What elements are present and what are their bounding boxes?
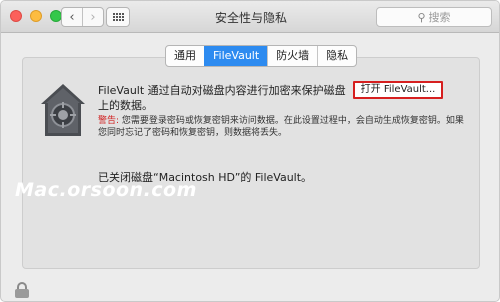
filevault-description: FileVault 通过自动对磁盘内容进行加密来保护磁盘上的数据。 (98, 84, 346, 112)
show-all-button[interactable] (106, 7, 130, 27)
search-placeholder: 搜索 (428, 11, 451, 24)
turn-on-filevault-button[interactable]: 打开 FileVault... (353, 81, 443, 99)
back-button[interactable]: ‹ (62, 8, 82, 26)
preferences-window: ‹ › 安全性与隐私 ⚲ 搜索 通用 FileVault 防火墙 隐私 File… (0, 0, 500, 302)
search-icon: ⚲ (417, 10, 426, 24)
tab-filevault[interactable]: FileVault (204, 46, 268, 66)
warning-label: 警告: (98, 116, 120, 126)
close-button[interactable] (10, 10, 22, 22)
tab-bar: 通用 FileVault 防火墙 隐私 (165, 45, 358, 67)
title-bar: ‹ › 安全性与隐私 ⚲ 搜索 (1, 1, 499, 33)
watermark: Mac.orsoon.com (15, 179, 197, 201)
warning-text: 警告: 您需要登录密码或恢复密钥来访问数据。在此设置过程中，会自动生成恢复密钥。… (98, 115, 470, 139)
tab-firewall[interactable]: 防火墙 (267, 46, 317, 66)
search-field[interactable]: ⚲ 搜索 (376, 7, 492, 27)
window-title: 安全性与隐私 (214, 11, 287, 25)
chevron-right-icon: › (90, 9, 96, 25)
warning-body: 您需要登录密码或恢复密钥来访问数据。在此设置过程中，会自动生成恢复密钥。如果您同… (98, 116, 464, 138)
lock-icon (15, 282, 29, 298)
tab-general[interactable]: 通用 (166, 46, 204, 66)
chevron-left-icon: ‹ (69, 9, 75, 25)
lock-button[interactable] (15, 281, 29, 299)
nav-buttons: ‹ › (61, 7, 104, 27)
grid-icon (112, 13, 124, 21)
forward-button[interactable]: › (82, 8, 103, 26)
minimize-button[interactable] (30, 10, 42, 22)
tab-privacy[interactable]: 隐私 (317, 46, 356, 66)
house-vault-icon (41, 84, 85, 136)
